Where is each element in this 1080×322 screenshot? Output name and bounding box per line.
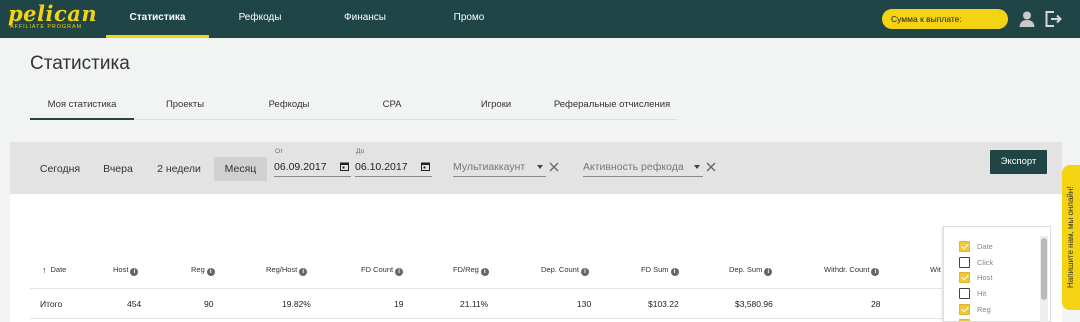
total-reg-cell: 90 — [204, 299, 214, 309]
column-header-reg-host[interactable]: Reg/Host i — [266, 265, 308, 276]
multiaccount-select[interactable]: Мультиаккаунт — [453, 158, 546, 177]
tab-players[interactable]: Игроки — [456, 99, 536, 110]
date-to-value: 06.10.2017 — [355, 161, 408, 173]
total-fd-count-cell: 19 — [394, 299, 404, 309]
date-from-value: 06.09.2017 — [274, 161, 327, 173]
date-from-label: От — [275, 148, 284, 155]
info-icon[interactable]: i — [670, 268, 679, 276]
calendar-icon[interactable] — [421, 162, 430, 171]
total-row-label: Итого — [40, 299, 63, 309]
tab-projects[interactable]: Проекты — [142, 99, 228, 110]
total-reg-host-cell: 19.82% — [282, 299, 311, 309]
checkbox[interactable] — [959, 288, 970, 299]
nav-active-indicator — [106, 35, 209, 38]
info-icon[interactable]: i — [130, 268, 139, 276]
column-header-reg[interactable]: Reg i — [191, 265, 215, 276]
chevron-down-icon — [537, 165, 543, 169]
total-fd-sum-cell: $103.22 — [648, 299, 679, 309]
column-header-fd-reg[interactable]: FD/Reg i — [453, 265, 489, 276]
refcode-activity-placeholder: Активность рефкода — [583, 161, 684, 173]
column-header-withdr-count[interactable]: Withdr. Count i — [824, 265, 880, 276]
date-to-input[interactable]: 06.10.2017 — [355, 158, 432, 177]
checkbox[interactable] — [959, 304, 970, 315]
tab-active-indicator — [30, 118, 134, 120]
column-header-dep-sum[interactable]: Dep. Sum i — [729, 265, 773, 276]
column-header-date[interactable]: ↑ Date — [42, 265, 66, 275]
date-from-input[interactable]: 06.09.2017 — [274, 158, 351, 177]
tab-cpa[interactable]: CPA — [352, 99, 432, 110]
payout-badge[interactable]: Сумма к выплате: — [882, 9, 1008, 29]
checkbox[interactable] — [959, 257, 970, 268]
total-host-cell: 454 — [127, 299, 142, 309]
period-month-button[interactable]: Месяц — [214, 157, 267, 181]
column-header-host[interactable]: Host i — [113, 265, 139, 276]
total-withdr-count-cell: 28 — [871, 299, 881, 309]
live-chat-label: Напишите нам, мы онлайн! — [1066, 186, 1075, 289]
column-header-truncated[interactable]: Wit — [930, 265, 941, 274]
period-yesterday-button[interactable]: Вчера — [94, 157, 142, 181]
column-chooser-panel: Date Click Host Hit Reg — [943, 226, 1051, 322]
checkbox[interactable] — [959, 241, 970, 252]
nav-item-promo[interactable]: Промо — [424, 0, 514, 38]
table-row-divider — [30, 318, 942, 319]
info-icon[interactable]: i — [764, 268, 773, 276]
table-header-divider — [30, 288, 942, 289]
column-header-fd-count[interactable]: FD Count i — [361, 265, 404, 276]
total-dep-count-cell: 130 — [577, 299, 592, 309]
statistics-table-panel — [10, 194, 1062, 322]
nav-item-refcodes[interactable]: Рефкоды — [212, 0, 308, 38]
refcode-activity-select[interactable]: Активность рефкода — [583, 158, 703, 177]
info-icon[interactable]: i — [871, 268, 880, 276]
nav-item-statistics[interactable]: Статистика — [106, 0, 209, 38]
period-today-button[interactable]: Сегодня — [30, 157, 90, 181]
column-header-dep-count[interactable]: Dep. Count i — [541, 265, 589, 276]
info-icon[interactable]: i — [395, 268, 404, 276]
column-header-fd-sum[interactable]: FD Sum i — [641, 265, 679, 276]
pelican-logo[interactable]: pelican AFFILIATE PROGRAM — [8, 1, 98, 35]
total-dep-sum-cell: $3,580.96 — [735, 299, 773, 309]
chevron-down-icon — [694, 165, 700, 169]
info-icon[interactable]: i — [206, 268, 215, 276]
column-chooser-scroll-thumb[interactable] — [1041, 238, 1047, 300]
logo-wordmark: pelican — [8, 1, 98, 26]
tab-my-statistics[interactable]: Моя статистика — [30, 99, 134, 110]
date-to-label: До — [356, 148, 365, 155]
nav-item-finances[interactable]: Финансы — [316, 0, 414, 38]
sort-arrow-up-icon: ↑ — [42, 265, 47, 275]
clear-refcode-activity-icon[interactable] — [705, 161, 717, 173]
calendar-icon[interactable] — [340, 162, 349, 171]
clear-multiaccount-icon[interactable] — [548, 161, 560, 173]
period-two-weeks-button[interactable]: 2 недели — [148, 157, 210, 181]
info-icon[interactable]: i — [480, 268, 489, 276]
multiaccount-placeholder: Мультиаккаунт — [453, 161, 526, 173]
info-icon[interactable]: i — [299, 268, 308, 276]
export-button[interactable]: Экспорт — [990, 150, 1047, 174]
logout-icon[interactable] — [1043, 9, 1063, 29]
checkbox[interactable] — [959, 272, 970, 283]
page-title: Статистика — [30, 53, 130, 74]
tab-refcodes[interactable]: Рефкоды — [247, 99, 331, 110]
tab-referral-deductions[interactable]: Реферальные отчисления — [548, 99, 676, 110]
live-chat-tab[interactable]: Напишите нам, мы онлайн! — [1062, 165, 1080, 310]
total-fd-reg-cell: 21.11% — [460, 299, 489, 309]
info-icon[interactable]: i — [580, 268, 589, 276]
logo-tagline: AFFILIATE PROGRAM — [10, 24, 83, 30]
user-icon[interactable] — [1017, 9, 1037, 29]
